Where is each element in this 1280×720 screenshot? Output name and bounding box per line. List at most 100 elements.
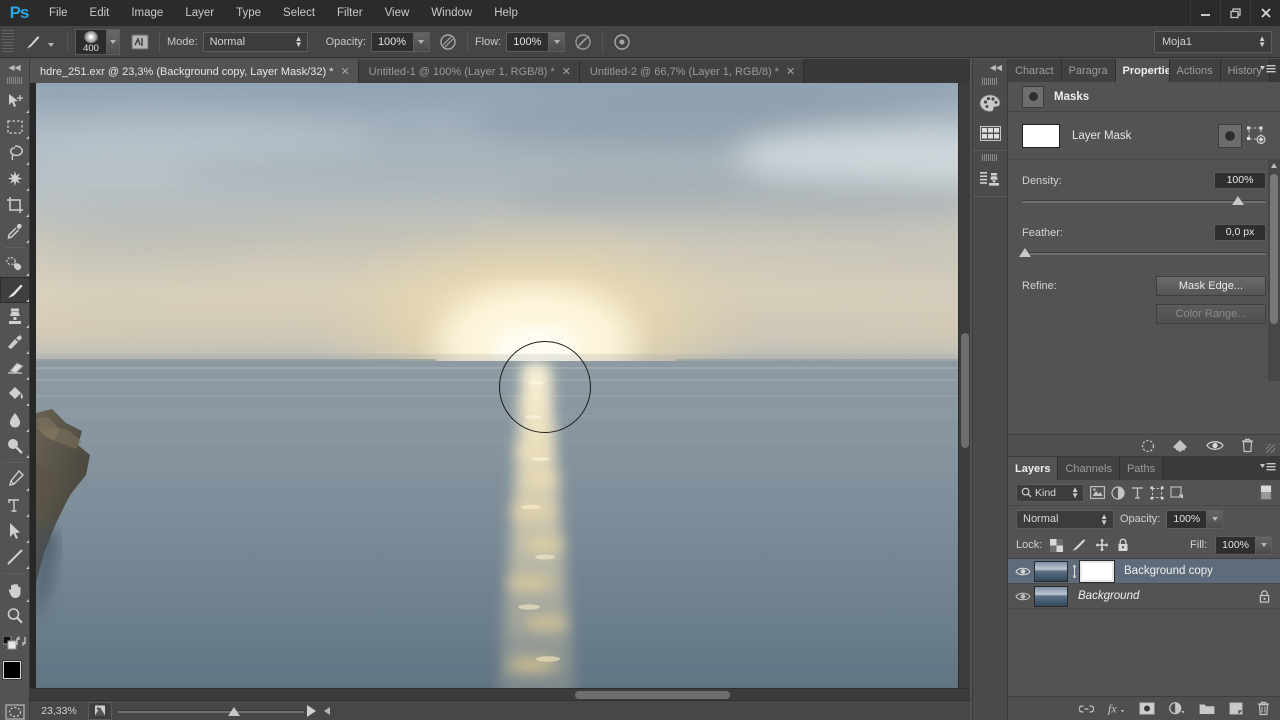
layer-visibility-toggle[interactable]: [1012, 566, 1034, 577]
feather-input[interactable]: 0,0 px: [1214, 224, 1266, 241]
options-bar-grip[interactable]: [2, 29, 14, 54]
document-tab-untitled-2[interactable]: Untitled-2 @ 66,7% (Layer 1, RGB/8) * ✕: [579, 59, 805, 83]
lock-image-button[interactable]: [1071, 538, 1087, 552]
mask-link-icon[interactable]: [1068, 564, 1080, 578]
tab-character[interactable]: Charact: [1008, 59, 1062, 82]
menu-help[interactable]: Help: [483, 0, 529, 26]
clone-source-panel-button[interactable]: [973, 164, 1007, 194]
brush-preset-dropdown-arrow[interactable]: [48, 42, 54, 47]
type-tool[interactable]: [0, 492, 30, 518]
layer-blend-mode-select[interactable]: Normal ▲ ▼: [1016, 509, 1114, 529]
lasso-tool[interactable]: [0, 140, 30, 166]
line-tool[interactable]: [0, 544, 30, 570]
toggle-brush-panel-button[interactable]: [128, 30, 152, 54]
filter-type-button[interactable]: [1131, 486, 1144, 500]
lock-all-button[interactable]: [1117, 538, 1129, 552]
canvas-vertical-scrollbar[interactable]: [958, 83, 970, 700]
tab-layers[interactable]: Layers: [1008, 457, 1059, 480]
color-swatches[interactable]: [0, 659, 31, 693]
tools-panel-grip[interactable]: [6, 77, 23, 84]
menu-layer[interactable]: Layer: [174, 0, 225, 26]
rectangular-marquee-tool[interactable]: [0, 114, 30, 140]
tab-properties[interactable]: Properties: [1115, 59, 1170, 82]
move-tool[interactable]: [0, 88, 30, 114]
layer-mask-thumbnail[interactable]: [1022, 123, 1060, 148]
swap-colors-icon[interactable]: [15, 635, 27, 647]
eyedropper-tool[interactable]: [0, 218, 30, 244]
airbrush-toggle[interactable]: [571, 30, 595, 54]
paint-bucket-tool[interactable]: [0, 381, 30, 407]
restore-button[interactable]: [1220, 0, 1250, 26]
new-adjustment-layer-button[interactable]: [1169, 702, 1185, 715]
mask-edge-button[interactable]: Mask Edge...: [1156, 276, 1266, 296]
tab-paths[interactable]: Paths: [1119, 457, 1164, 480]
collapse-arrow-icon[interactable]: [324, 706, 330, 715]
layer-fill-dropdown[interactable]: [1255, 535, 1272, 555]
brush-size-dropdown[interactable]: [107, 28, 120, 55]
opacity-input[interactable]: 100%: [370, 31, 413, 52]
density-input[interactable]: 100%: [1214, 172, 1266, 189]
zoom-tool[interactable]: [0, 603, 30, 629]
magic-wand-tool[interactable]: [0, 166, 30, 192]
lock-position-button[interactable]: [1095, 538, 1109, 552]
color-range-button[interactable]: Color Range...: [1156, 304, 1266, 324]
canvas-area[interactable]: [30, 83, 970, 720]
menu-window[interactable]: Window: [420, 0, 483, 26]
play-button[interactable]: [307, 704, 316, 717]
tab-actions[interactable]: Actions: [1169, 59, 1221, 82]
hand-tool[interactable]: [0, 577, 30, 603]
spot-healing-brush-tool[interactable]: [0, 251, 30, 277]
workspace-switcher[interactable]: Moja1 ▲ ▼: [1154, 30, 1272, 53]
tab-channels[interactable]: Channels: [1058, 457, 1120, 480]
new-layer-button[interactable]: [1229, 702, 1243, 715]
feather-slider-knob[interactable]: [1019, 248, 1031, 257]
document-tab-hdre251[interactable]: hdre_251.exr @ 23,3% (Background copy, L…: [30, 59, 359, 83]
close-icon[interactable]: ✕: [562, 65, 571, 78]
apply-mask-button[interactable]: [1172, 439, 1189, 453]
layer-mask-thumbnail[interactable]: [1079, 559, 1115, 583]
flow-input[interactable]: 100%: [506, 31, 549, 52]
brush-tool[interactable]: [0, 277, 30, 303]
opacity-pressure-toggle[interactable]: [436, 30, 460, 54]
load-selection-button[interactable]: [1141, 439, 1155, 453]
feather-slider[interactable]: [1019, 246, 1266, 262]
layer-row-background-copy[interactable]: Background copy: [1008, 559, 1280, 584]
filter-pixel-button[interactable]: [1090, 486, 1105, 499]
menu-filter[interactable]: Filter: [326, 0, 374, 26]
tab-paragraph[interactable]: Paragra: [1061, 59, 1116, 82]
document-tab-untitled-1[interactable]: Untitled-1 @ 100% (Layer 1, RGB/8) * ✕: [358, 59, 580, 83]
layer-fill-input[interactable]: 100%: [1215, 535, 1255, 555]
expand-panels-button[interactable]: ◀◀: [973, 59, 1007, 75]
opacity-dropdown[interactable]: [412, 31, 430, 52]
color-panel-button[interactable]: [973, 88, 1007, 118]
layer-thumbnail[interactable]: [1034, 585, 1068, 607]
layer-filter-kind-select[interactable]: Kind ▲ ▼: [1016, 483, 1084, 502]
close-icon[interactable]: ✕: [340, 65, 349, 78]
layer-name[interactable]: Background: [1078, 590, 1259, 602]
dodge-tool[interactable]: [0, 433, 30, 459]
minimize-button[interactable]: [1190, 0, 1220, 26]
pixel-mask-button[interactable]: [1218, 123, 1242, 148]
density-slider[interactable]: [1022, 194, 1266, 210]
brush-size-preview[interactable]: 400: [75, 28, 107, 55]
pen-tool[interactable]: [0, 466, 30, 492]
layer-opacity-input[interactable]: 100%: [1166, 509, 1207, 529]
menu-type[interactable]: Type: [225, 0, 272, 26]
blur-tool[interactable]: [0, 407, 30, 433]
icon-dock-grip[interactable]: [982, 154, 998, 161]
link-layers-button[interactable]: [1079, 703, 1094, 715]
crop-tool[interactable]: [0, 192, 30, 218]
new-group-button[interactable]: [1199, 703, 1215, 715]
properties-panel-menu-button[interactable]: [1260, 64, 1276, 77]
layer-name[interactable]: Background copy: [1124, 565, 1280, 577]
layer-mask-row[interactable]: Layer Mask: [1008, 112, 1280, 160]
scrollbar-thumb[interactable]: [1270, 174, 1278, 324]
zoom-slider-knob[interactable]: [228, 706, 240, 716]
lock-transparency-button[interactable]: [1050, 538, 1064, 552]
layer-style-button[interactable]: fx: [1108, 702, 1125, 715]
path-selection-tool[interactable]: [0, 518, 30, 544]
scrollbar-thumb[interactable]: [961, 333, 969, 448]
menu-edit[interactable]: Edit: [79, 0, 121, 26]
size-pressure-toggle[interactable]: [610, 30, 634, 54]
filter-smart-object-button[interactable]: [1170, 485, 1184, 500]
